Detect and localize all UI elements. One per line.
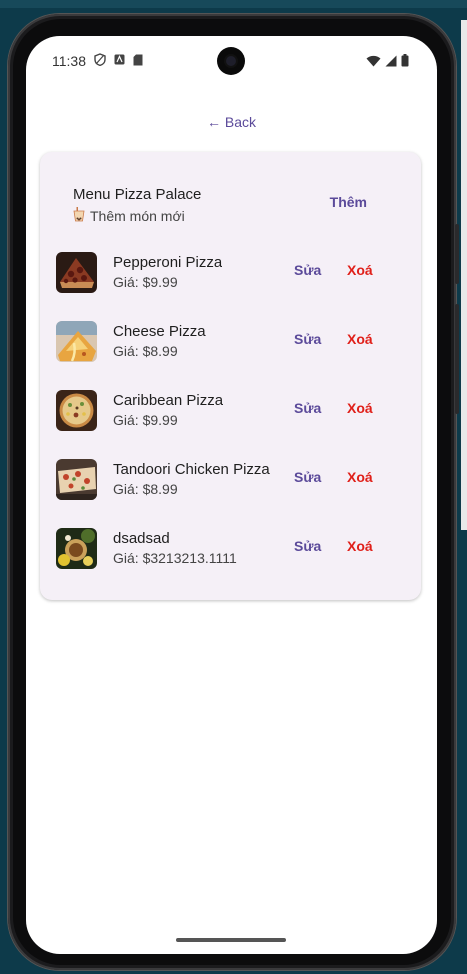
tandoori-pizza-photo (56, 459, 97, 500)
desktop-window-edge (461, 20, 467, 530)
volume-button (455, 224, 459, 284)
power-button (455, 304, 459, 414)
dsadsad-photo (56, 528, 97, 569)
delete-item-button[interactable]: Xoá (347, 400, 373, 416)
delete-item-button[interactable]: Xoá (347, 469, 373, 485)
menu-card: Menu Pizza Palace Thêm món mới Thêm Pepp… (40, 152, 421, 600)
app-notification-icon (114, 54, 125, 68)
item-name: Tandoori Chicken Pizza (113, 461, 270, 478)
item-name: Pepperoni Pizza (113, 254, 223, 271)
battery-icon (401, 54, 409, 70)
item-price: Giá: $9.99 (113, 412, 178, 428)
menu-item: Caribbean Pizza Giá: $9.99 Sửa Xoá (56, 388, 406, 434)
edit-item-button[interactable]: Sửa (294, 262, 321, 278)
back-button[interactable]: ← Back (26, 114, 437, 130)
status-bar: 11:38 (26, 36, 437, 86)
pepperoni-pizza-photo (56, 252, 97, 293)
add-item-button[interactable]: Thêm (330, 194, 367, 210)
item-name: Cheese Pizza (113, 323, 206, 340)
status-time: 11:38 (52, 53, 86, 69)
item-price: Giá: $3213213.1111 (113, 550, 237, 566)
item-price: Giá: $8.99 (113, 481, 178, 497)
delete-item-button[interactable]: Xoá (347, 538, 373, 554)
delete-item-button[interactable]: Xoá (347, 331, 373, 347)
menu-title: Menu Pizza Palace (73, 186, 202, 203)
item-name: Caribbean Pizza (113, 392, 224, 409)
item-price: Giá: $8.99 (113, 343, 178, 359)
shield-icon (94, 53, 106, 69)
cheese-pizza-photo (56, 321, 97, 362)
edit-item-button[interactable]: Sửa (294, 469, 321, 485)
edit-item-button[interactable]: Sửa (294, 400, 321, 416)
bubble-tea-icon (73, 207, 85, 225)
item-price: Giá: $9.99 (113, 274, 178, 290)
menu-header: Menu Pizza Palace Thêm món mới (73, 186, 201, 225)
desktop-background-strip (0, 0, 467, 8)
menu-item: Cheese Pizza Giá: $8.99 Sửa Xoá (56, 319, 406, 365)
front-camera (217, 47, 245, 75)
signal-icon (385, 54, 397, 70)
menu-subtitle-text: Thêm món mới (90, 208, 185, 224)
edit-item-button[interactable]: Sửa (294, 331, 321, 347)
sd-card-icon (133, 54, 143, 69)
menu-item: dsadsad Giá: $3213213.1111 Sửa Xoá (56, 526, 406, 572)
item-name: dsadsad (113, 530, 170, 547)
delete-item-button[interactable]: Xoá (347, 262, 373, 278)
edit-item-button[interactable]: Sửa (294, 538, 321, 554)
phone-screen: 11:38 ← Back Menu Pizza Palace Thêm món … (26, 36, 437, 954)
wifi-icon (366, 54, 381, 70)
menu-subtitle: Thêm món mới (73, 207, 201, 225)
menu-item: Pepperoni Pizza Giá: $9.99 Sửa Xoá (56, 250, 406, 296)
home-indicator[interactable] (176, 938, 286, 942)
caribbean-pizza-photo (56, 390, 97, 431)
menu-item: Tandoori Chicken Pizza Giá: $8.99 Sửa Xo… (56, 457, 406, 503)
